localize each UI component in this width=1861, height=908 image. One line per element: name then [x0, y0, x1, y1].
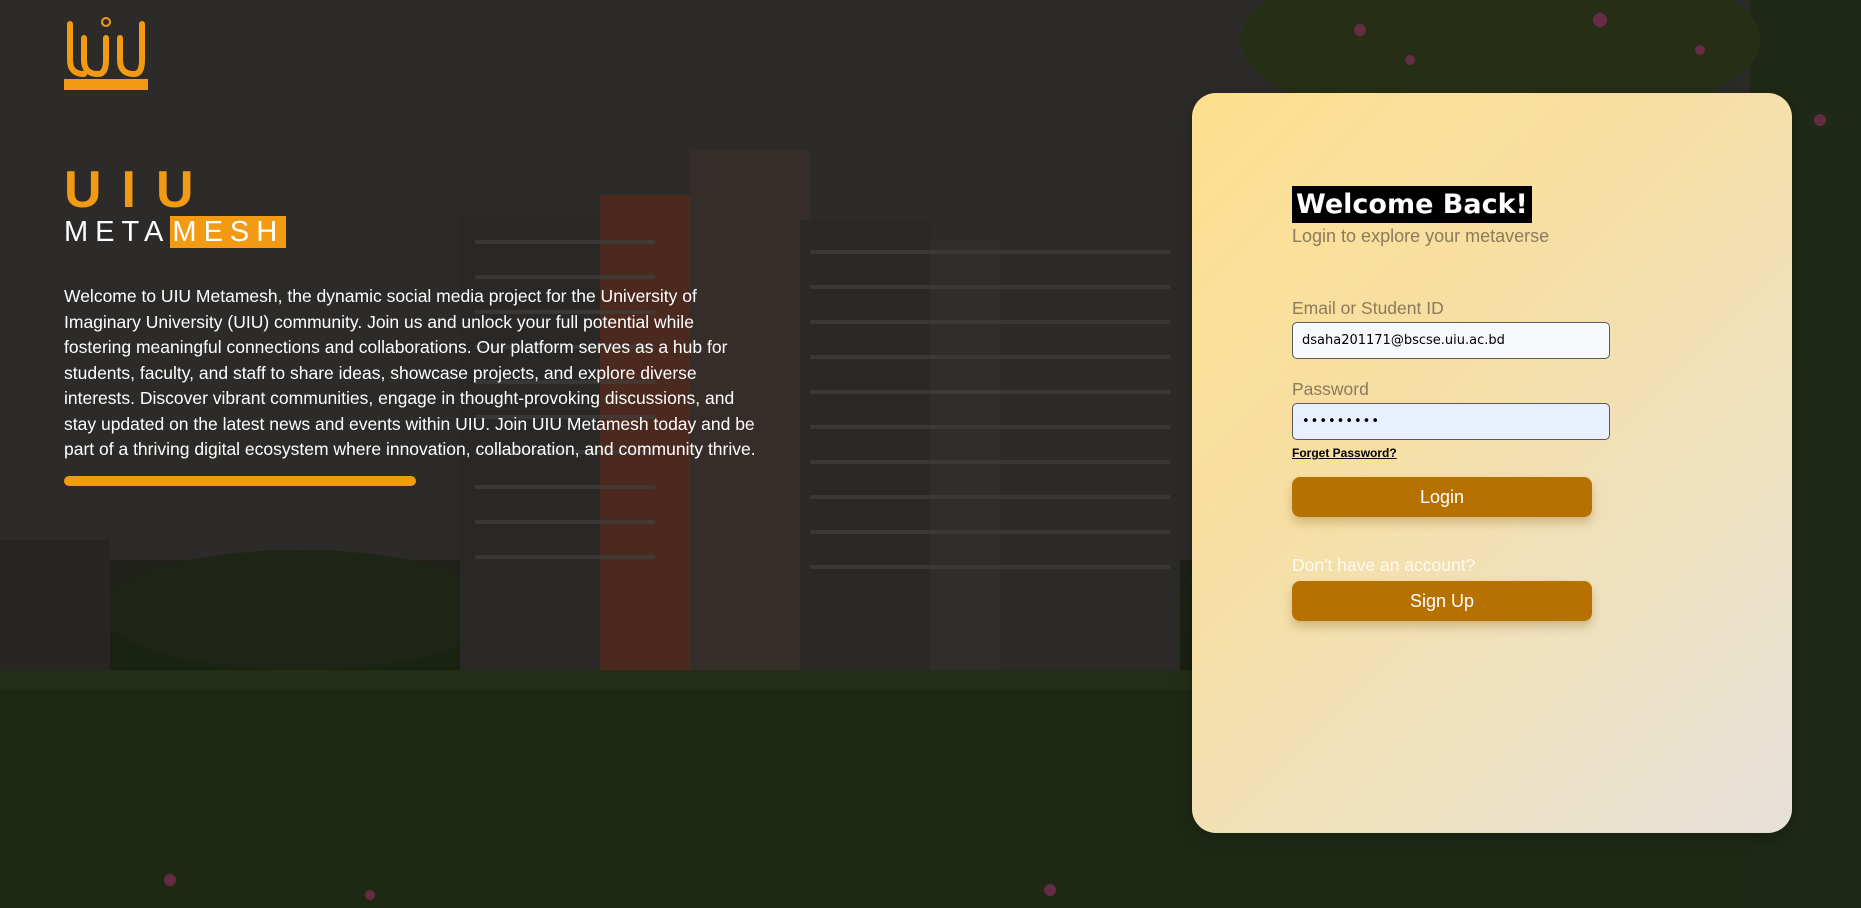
forget-password-link[interactable]: Forget Password?	[1292, 446, 1397, 460]
brand-title-metamesh: METAMESH	[64, 215, 287, 249]
intro-accent-bar	[64, 476, 416, 486]
email-field[interactable]: dsaha201171@bscse.uiu.ac.bd	[1292, 322, 1610, 359]
login-card: Welcome Back! Login to explore your meta…	[1192, 93, 1792, 833]
brand-title-meta: META	[64, 216, 171, 248]
no-account-text: Don't have an account?	[1292, 555, 1476, 575]
brand-title-mesh-highlight: MESH	[170, 216, 287, 248]
login-page: UIU METAMESH Welcome to UIU Metamesh, th…	[0, 0, 1861, 908]
intro-paragraph: Welcome to UIU Metamesh, the dynamic soc…	[64, 286, 756, 459]
signup-button[interactable]: Sign Up	[1292, 581, 1592, 621]
logo-graphic	[64, 17, 148, 90]
login-subtitle: Login to explore your metaverse	[1292, 226, 1550, 246]
email-label: Email or Student ID	[1292, 298, 1444, 318]
brand-title-uiu: UIU	[64, 161, 214, 219]
password-label: Password	[1292, 379, 1369, 399]
login-heading: Welcome Back!	[1292, 186, 1532, 223]
password-field[interactable]: •••••••••	[1292, 403, 1610, 440]
uiu-metamesh-logo-icon[interactable]	[64, 16, 148, 92]
login-button[interactable]: Login	[1292, 477, 1592, 517]
